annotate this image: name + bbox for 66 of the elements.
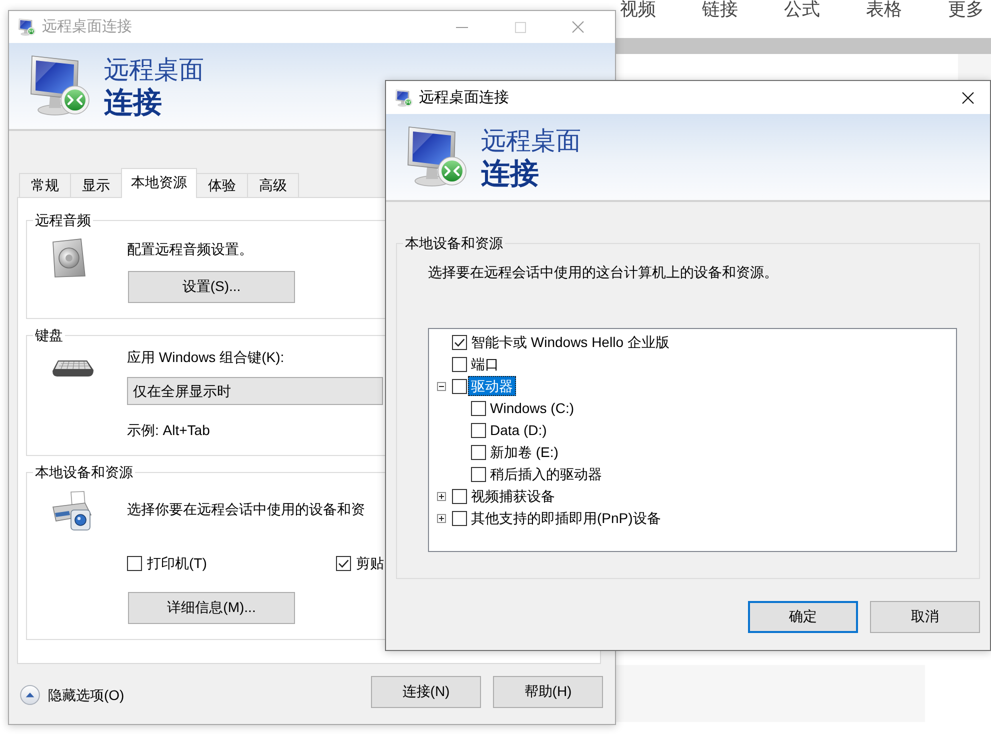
tree-item[interactable]: Data (D:) [487, 420, 550, 440]
description-text: 选择你要在远程会话中使用的设备和资 [127, 501, 365, 518]
checkbox[interactable] [452, 378, 467, 394]
checkbox[interactable] [471, 400, 486, 416]
checkbox[interactable] [336, 556, 351, 571]
toolbar-item[interactable]: 公式 [784, 0, 820, 19]
close-icon[interactable] [962, 92, 974, 104]
tab[interactable]: 本地资源 [121, 168, 197, 198]
group-title: 远程音频 [34, 212, 92, 229]
description-text: 选择要在远程会话中使用的这台计算机上的设备和资源。 [428, 264, 778, 281]
printer-camera-icon [52, 491, 92, 531]
checkbox-label[interactable]: 剪贴 [356, 555, 384, 572]
tab[interactable]: 高级 [247, 173, 299, 197]
tree-view[interactable]: 智能卡或 Windows Hello 企业版 端口 驱动器 Windows (C:) Data (D:) 新加卷 (E:) 稍后插入的驱动器 视频捕获设备 其他支持的即插即用(PnP)设备 [428, 328, 957, 552]
banner-subtitle: 连接 [104, 86, 162, 121]
window-title: 远程桌面连接 [42, 18, 133, 36]
dialog-button[interactable]: 连接(N) [371, 676, 481, 708]
dialog-button[interactable]: 帮助(H) [493, 676, 603, 708]
tree-item[interactable]: 智能卡或 Windows Hello 企业版 [468, 332, 672, 352]
minus-box-icon[interactable] [437, 382, 446, 390]
banner-subtitle: 连接 [481, 157, 539, 192]
toolbar-item[interactable]: 视频 [620, 0, 656, 19]
dialog-button[interactable]: 详细信息(M)... [128, 592, 295, 624]
keyboard-icon [52, 360, 94, 377]
options-toggle[interactable]: 隐藏选项(O) [20, 685, 124, 705]
combo-box[interactable]: 仅在全屏显示时 [127, 377, 383, 405]
checkbox[interactable] [471, 422, 486, 438]
monitor-icon [29, 53, 91, 117]
tab[interactable]: 常规 [19, 173, 71, 197]
speaker-icon [52, 238, 86, 278]
banner-title: 远程桌面 [481, 126, 581, 157]
plus-box-icon[interactable] [437, 514, 446, 522]
monitor-icon [406, 124, 468, 188]
tree-item[interactable]: 视频捕获设备 [468, 486, 558, 506]
description-text: 配置远程音频设置。 [127, 241, 253, 258]
field-label: 应用 Windows 组合键(K): [127, 349, 284, 366]
tree-item[interactable]: 端口 [468, 354, 502, 374]
checkbox[interactable] [127, 556, 142, 571]
group-title: 键盘 [34, 327, 64, 344]
toolbar-item[interactable]: 链接 [702, 0, 738, 19]
toolbar-item[interactable]: 表格 [866, 0, 902, 19]
example-text: 示例: Alt+Tab [127, 422, 210, 439]
minimize-icon[interactable] [456, 26, 468, 28]
checkbox[interactable] [452, 488, 467, 504]
checkbox[interactable] [452, 334, 467, 350]
checkbox[interactable] [471, 466, 486, 482]
plus-box-icon[interactable] [437, 492, 446, 500]
toolbar-item[interactable]: 更多 [948, 0, 984, 19]
checkbox-label[interactable]: 打印机(T) [147, 555, 207, 572]
checkbox[interactable] [471, 444, 486, 460]
group-title: 本地设备和资源 [34, 464, 134, 481]
banner-title: 远程桌面 [104, 55, 204, 86]
window-title: 远程桌面连接 [419, 88, 510, 106]
dialog-button[interactable]: 取消 [870, 601, 980, 633]
monitor-icon [18, 18, 36, 36]
monitor-icon [395, 88, 413, 106]
tree-item[interactable]: Windows (C:) [487, 398, 578, 418]
tree-item[interactable]: 驱动器 [468, 376, 516, 396]
tree-item[interactable]: 新加卷 (E:) [487, 442, 562, 462]
checkbox[interactable] [452, 356, 467, 372]
tree-item[interactable]: 稍后插入的驱动器 [487, 464, 605, 484]
checkbox[interactable] [452, 510, 467, 526]
group-title: 本地设备和资源 [404, 235, 504, 252]
tree-item[interactable]: 其他支持的即插即用(PnP)设备 [468, 508, 664, 528]
dialog-button[interactable]: 设置(S)... [128, 271, 295, 303]
dialog-button[interactable]: 确定 [748, 601, 858, 633]
